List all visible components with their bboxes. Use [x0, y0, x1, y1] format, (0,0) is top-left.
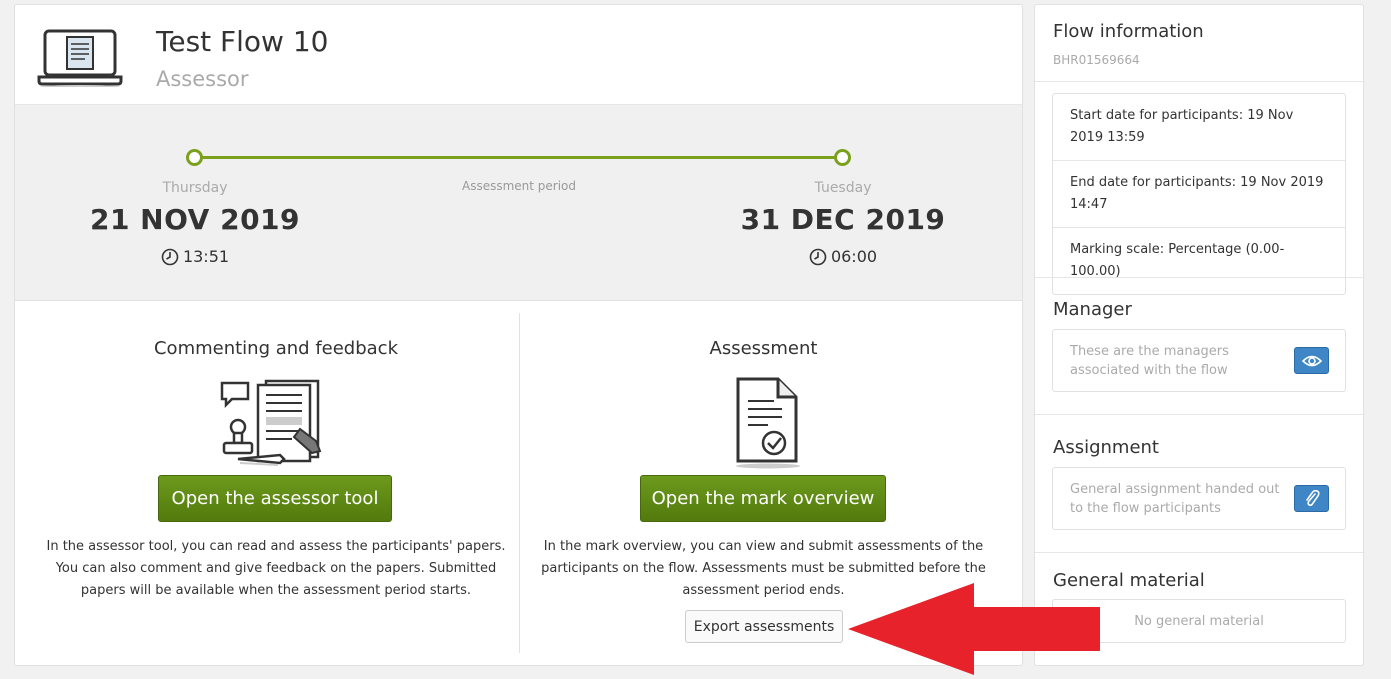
- commenting-heading: Commenting and feedback: [153, 338, 399, 359]
- assignment-card: General assignment handed out to the flo…: [1052, 467, 1346, 530]
- info-marking-scale: Marking scale: Percentage (0.00-100.00): [1070, 242, 1285, 279]
- assignment-heading: Assignment: [1053, 437, 1159, 458]
- paperclip-icon: [1305, 489, 1320, 506]
- start-date: 21 NOV 2019: [89, 203, 301, 236]
- assessment-heading: Assessment: [709, 338, 818, 359]
- start-time: 13:51: [115, 247, 275, 266]
- sidebar-title: Flow information: [1053, 21, 1204, 42]
- divider: [1035, 414, 1363, 415]
- end-time: 06:00: [763, 247, 923, 266]
- end-day: Tuesday: [814, 180, 872, 196]
- assessment-timeline: Thursday 21 NOV 2019 13:51 Assessment pe…: [15, 105, 1022, 301]
- start-time-value: 13:51: [182, 247, 230, 266]
- flow-role: Assessor: [156, 67, 249, 91]
- divider: [1035, 552, 1363, 553]
- view-managers-button[interactable]: [1294, 347, 1329, 374]
- assignment-text: General assignment handed out to the flo…: [1070, 482, 1280, 516]
- open-mark-overview-button[interactable]: Open the mark overview: [640, 475, 886, 522]
- laptop-icon: [37, 29, 123, 87]
- info-end-date: End date for participants: 19 Nov 2019 1…: [1053, 161, 1345, 228]
- manager-heading: Manager: [1053, 299, 1132, 320]
- flow-header: Test Flow 10 Assessor: [15, 5, 1022, 105]
- feedback-illustration: [220, 379, 322, 466]
- eye-icon: [1301, 355, 1322, 366]
- end-date: 31 DEC 2019: [740, 203, 946, 236]
- manager-card: These are the managers associated with t…: [1052, 329, 1346, 392]
- timeline-end-dot: [834, 149, 851, 166]
- flow-main-panel: Test Flow 10 Assessor Thursday 21 NOV 20…: [14, 4, 1023, 666]
- clock-icon: [809, 248, 827, 265]
- start-day: Thursday: [162, 180, 228, 196]
- document-check-illustration: [736, 377, 800, 469]
- info-start-date: Start date for participants: 19 Nov 2019…: [1053, 94, 1345, 161]
- timeline-start-dot: [186, 149, 203, 166]
- open-assessor-tool-button[interactable]: Open the assessor tool: [158, 475, 392, 522]
- timeline-bar: [201, 156, 843, 159]
- clock-icon: [161, 248, 179, 265]
- assessment-period-label: Assessment period: [461, 179, 577, 193]
- commenting-description: In the assessor tool, you can read and a…: [46, 539, 506, 598]
- commenting-panel: Commenting and feedback Open the assesso…: [35, 313, 517, 653]
- manager-text: These are the managers associated with t…: [1070, 344, 1229, 378]
- flow-information-sidebar: Flow information BHR01569664 Start date …: [1034, 4, 1364, 666]
- red-arrow: [848, 583, 1100, 675]
- divider: [1035, 81, 1363, 82]
- open-assignment-button[interactable]: [1294, 485, 1329, 512]
- flow-title: Test Flow 10: [156, 25, 329, 58]
- flow-info-list: Start date for participants: 19 Nov 2019…: [1052, 93, 1346, 295]
- end-time-value: 06:00: [830, 247, 878, 266]
- flow-reference: BHR01569664: [1053, 53, 1140, 67]
- export-assessments-button[interactable]: Export assessments: [685, 610, 843, 643]
- divider: [1035, 277, 1363, 278]
